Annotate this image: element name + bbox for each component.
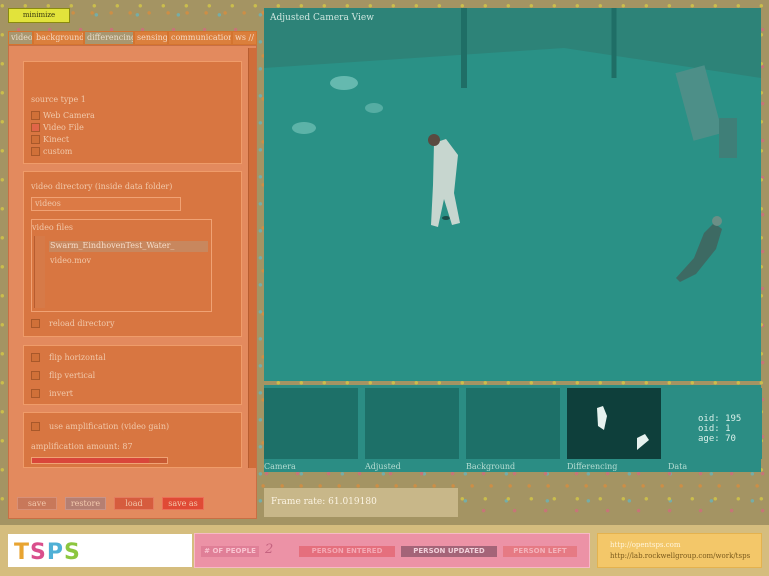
data-readout-1: oid: 195 <box>698 414 742 424</box>
data-label: Data <box>668 462 688 471</box>
file-list-item[interactable]: video.mov <box>50 256 91 265</box>
person-entered-badge: PERSON ENTERED <box>299 546 395 557</box>
frame-rate: Frame rate: 61.019180 <box>264 488 458 517</box>
people-count-label: # OF PEOPLE <box>201 546 259 557</box>
tab-sensing[interactable]: sensing <box>134 31 168 45</box>
video-file-checkbox[interactable] <box>31 123 40 132</box>
custom-label: custom <box>43 147 73 156</box>
background-thumbnail[interactable] <box>466 388 560 459</box>
web-camera-label: Web Camera <box>43 111 95 120</box>
data-thumbnail[interactable]: oid: 195 oid: 1 age: 70 <box>668 388 762 459</box>
camera-thumbnail[interactable] <box>264 388 358 459</box>
tab-communication[interactable]: communication <box>168 31 232 45</box>
minimize-button[interactable]: minimize <box>8 8 70 23</box>
data-readout-2: oid: 1 <box>698 424 731 434</box>
background-label: Background <box>466 462 516 471</box>
settings-panel: source type 1 Web Camera Video File Kine… <box>8 45 257 519</box>
use-amplification-checkbox[interactable] <box>31 422 40 431</box>
video-directory-section: video directory (inside data folder) vid… <box>23 171 242 337</box>
source-type-section: source type 1 Web Camera Video File Kine… <box>23 61 242 164</box>
tab-background[interactable]: background <box>33 31 84 45</box>
save-as-button[interactable]: save as <box>162 497 204 510</box>
tsps-logo: TSPS <box>8 534 192 567</box>
camera-image <box>264 8 761 381</box>
restore-button[interactable]: restore <box>65 497 106 510</box>
file-list-scrollbar[interactable] <box>34 236 45 308</box>
load-button[interactable]: load <box>114 497 154 510</box>
data-readout-3: age: 70 <box>698 434 736 444</box>
adjusted-label: Adjusted <box>365 462 401 471</box>
camera-label: Camera <box>264 462 296 471</box>
people-status-bar: # OF PEOPLE 2 PERSON ENTERED PERSON UPDA… <box>194 533 590 568</box>
file-list-item[interactable]: Swarm_EindhovenTest_Water_ <box>49 241 208 252</box>
camera-view-title: Adjusted Camera View <box>270 13 374 23</box>
flip-horizontal-label: flip horizontal <box>49 353 106 362</box>
use-amplification-label: use amplification (video gain) <box>49 422 170 431</box>
view-thumbnails: oid: 195 oid: 1 age: 70 Camera Adjusted … <box>264 385 762 472</box>
video-directory-label: video directory (inside data folder) <box>31 182 173 191</box>
blob-image <box>597 406 649 450</box>
tsps-logo-image: TSPS <box>14 540 81 565</box>
people-count-value: 2 <box>265 542 274 557</box>
adjusted-camera-view: Adjusted Camera View <box>264 8 761 381</box>
video-files-list: video files Swarm_EindhovenTest_Water_ v… <box>31 219 212 312</box>
video-files-label: video files <box>32 223 74 232</box>
amplification-slider[interactable] <box>31 457 168 464</box>
source-type-title: source type 1 <box>31 95 86 104</box>
svg-text:TSPS: TSPS <box>14 540 81 565</box>
web-camera-checkbox[interactable] <box>31 111 40 120</box>
adjusted-thumbnail[interactable] <box>365 388 459 459</box>
panel-scrollbar[interactable] <box>248 48 256 468</box>
invert-label: invert <box>49 389 74 398</box>
differencing-thumbnail[interactable] <box>567 388 661 459</box>
differencing-label: Differencing <box>567 462 618 471</box>
tab-differencing[interactable]: differencing <box>84 31 134 45</box>
person-left-badge: PERSON LEFT <box>503 546 577 557</box>
reload-directory-checkbox[interactable] <box>31 319 40 328</box>
flip-vertical-checkbox[interactable] <box>31 371 40 380</box>
tab-ws[interactable]: ws // <box>232 31 257 45</box>
rockwell-link[interactable]: http://lab.rockwellgroup.com/work/tsps <box>610 552 750 560</box>
opentsps-link[interactable]: http://opentsps.com <box>610 541 681 549</box>
custom-checkbox[interactable] <box>31 147 40 156</box>
flip-horizontal-checkbox[interactable] <box>31 353 40 362</box>
reload-directory-label: reload directory <box>49 319 115 328</box>
tab-video[interactable]: video <box>8 31 33 45</box>
flip-vertical-label: flip vertical <box>49 371 96 380</box>
tab-bar: video background differencing sensing co… <box>8 31 257 45</box>
video-directory-input[interactable]: videos <box>31 197 181 211</box>
invert-checkbox[interactable] <box>31 389 40 398</box>
amplification-slider-fill <box>32 458 150 463</box>
links-box: http://opentsps.com http://lab.rockwellg… <box>597 533 762 568</box>
kinect-checkbox[interactable] <box>31 135 40 144</box>
video-file-label: Video File <box>43 123 84 132</box>
kinect-label: Kinect <box>43 135 70 144</box>
person-updated-badge: PERSON UPDATED <box>401 546 497 557</box>
save-button[interactable]: save <box>17 497 57 510</box>
flip-section: flip horizontal flip vertical invert <box>23 345 242 405</box>
amplification-section: use amplification (video gain) amplifica… <box>23 412 242 468</box>
amplification-amount-label: amplification amount: 87 <box>31 442 133 451</box>
